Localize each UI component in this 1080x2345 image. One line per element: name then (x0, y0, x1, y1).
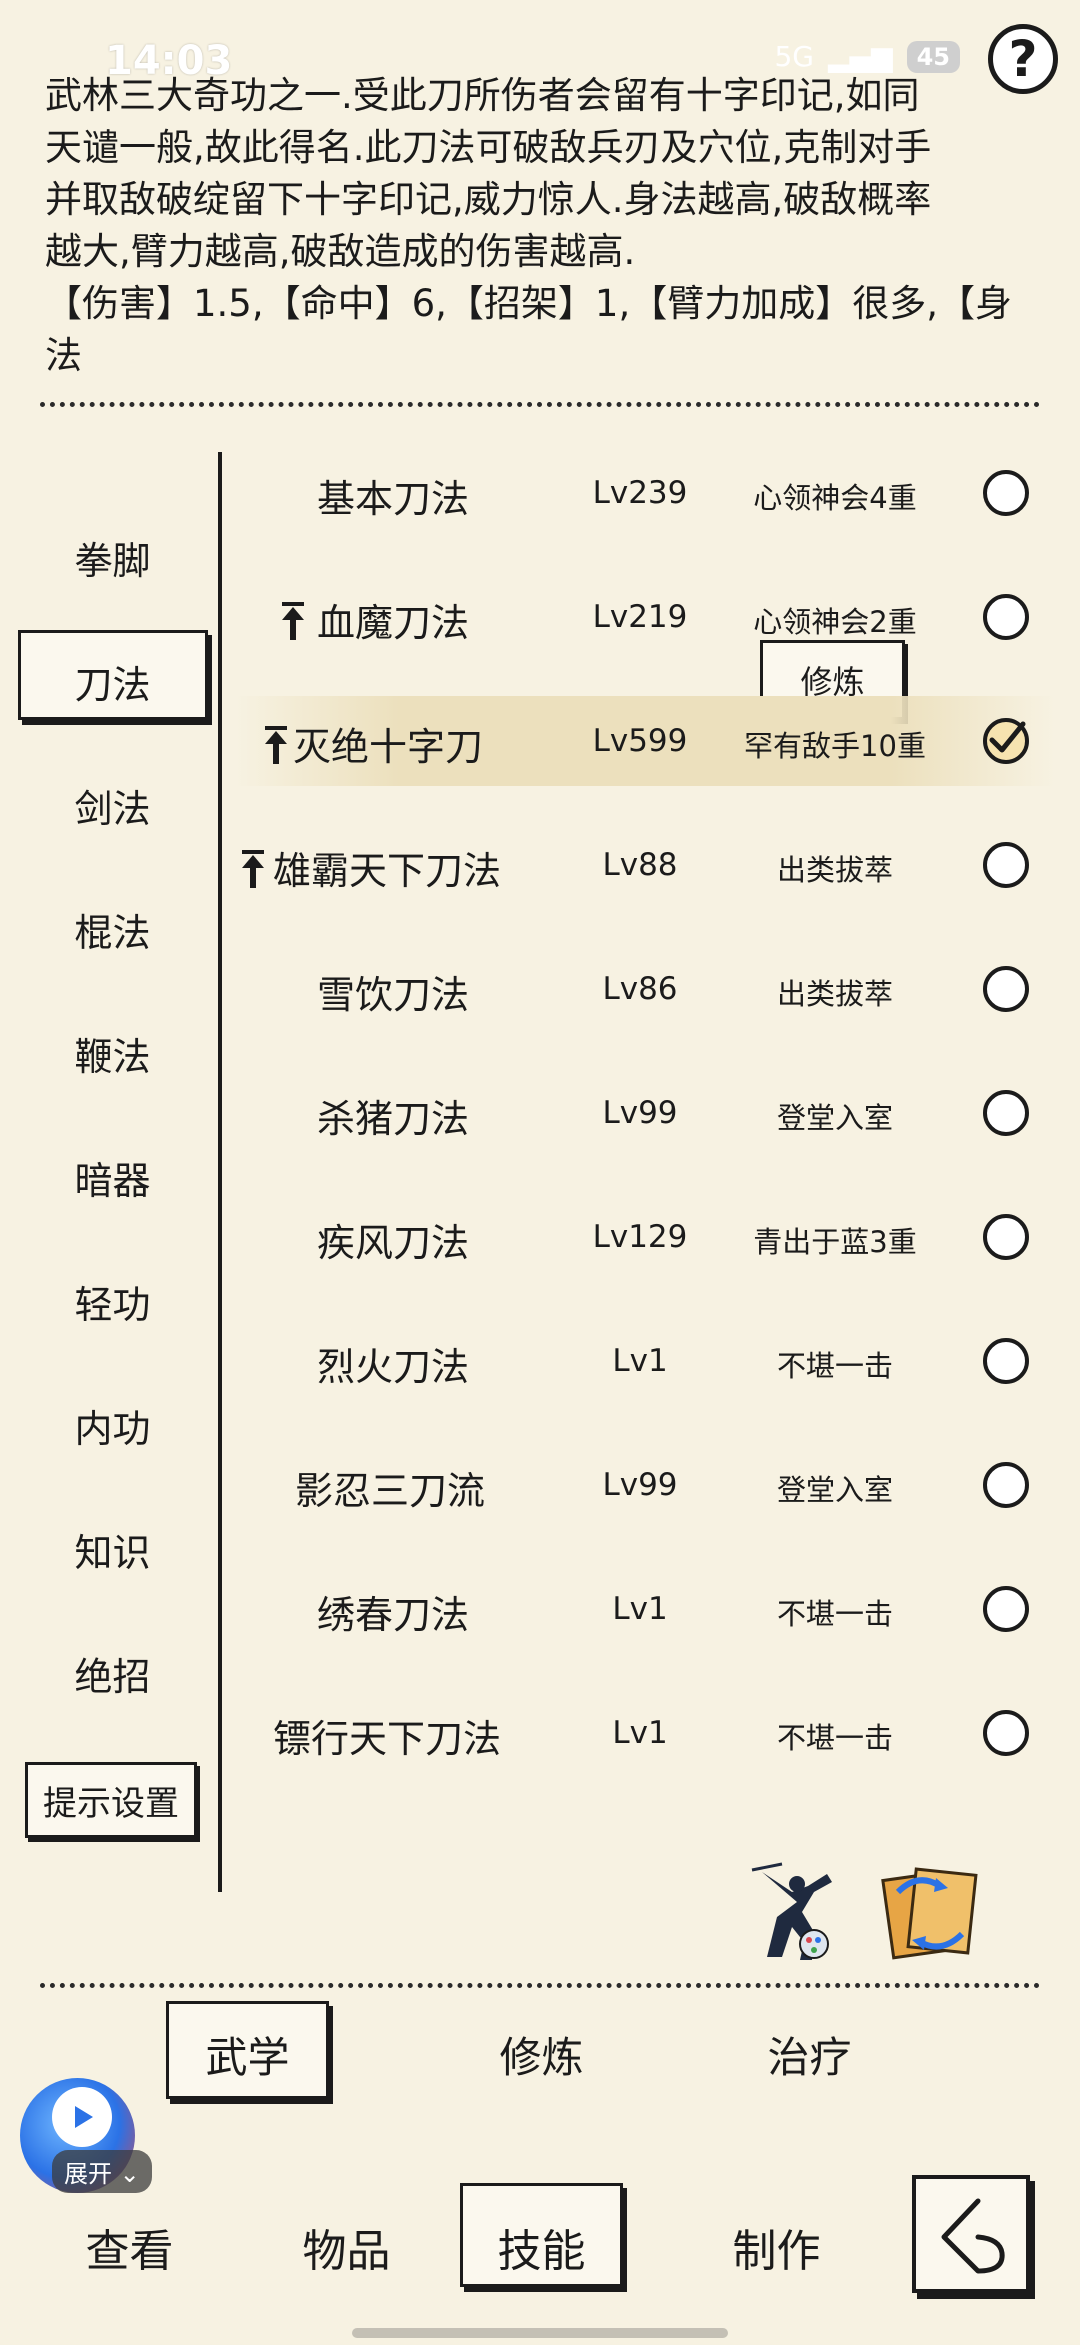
swap-manual-icon[interactable] (878, 1862, 982, 1966)
skill-name: 疾风刀法 (317, 1221, 470, 1265)
skill-rank: 不堪一击 (776, 1721, 893, 1755)
skill-row-selected[interactable]: 灭绝十字刀 Lv599 罕有敌手10重 (235, 696, 1055, 786)
skill-name: 镖行天下刀法 (273, 1717, 502, 1761)
equip-radio[interactable] (983, 1710, 1029, 1756)
skill-row[interactable]: 雪饮刀法 Lv86 出类拔萃 (235, 944, 1055, 1034)
skill-level: Lv129 (592, 1219, 688, 1255)
divider-top (40, 402, 1040, 407)
skill-level: Lv1 (612, 1715, 668, 1751)
skill-rank: 登堂入室 (776, 1473, 893, 1507)
skill-rank: 出类拔萃 (776, 853, 893, 887)
skill-name: 杀猪刀法 (317, 1097, 470, 1141)
skill-name: 雪饮刀法 (317, 973, 470, 1017)
upgrade-arrow-icon (282, 602, 304, 640)
skill-rank: 心领神会4重 (753, 481, 917, 515)
equip-radio[interactable] (983, 1214, 1029, 1260)
skill-rank: 登堂入室 (776, 1101, 893, 1135)
skill-rank: 心领神会2重 (753, 605, 917, 639)
equip-radio-checked[interactable] (983, 718, 1029, 764)
skill-level: Lv86 (602, 971, 678, 1007)
category-juezhao[interactable]: 绝招 (0, 1646, 225, 1701)
martial-artist-icon[interactable] (742, 1862, 842, 1966)
skill-level: Lv1 (612, 1343, 668, 1379)
skill-row[interactable]: 基本刀法 Lv239 心领神会4重 (235, 448, 1055, 538)
category-zhishi[interactable]: 知识 (0, 1522, 225, 1577)
back-button[interactable] (912, 2175, 1030, 2293)
skill-row[interactable]: 杀猪刀法 Lv99 登堂入室 (235, 1068, 1055, 1158)
equip-radio[interactable] (983, 1338, 1029, 1384)
checkmark-icon (989, 721, 1026, 753)
upgrade-arrow-icon (242, 850, 264, 888)
skill-row[interactable]: 镖行天下刀法 Lv1 不堪一击 (235, 1688, 1055, 1778)
skill-level: Lv88 (602, 847, 678, 883)
category-anqi[interactable]: 暗器 (0, 1150, 225, 1205)
skill-row[interactable]: 绣春刀法 Lv1 不堪一击 (235, 1564, 1055, 1654)
play-icon[interactable] (52, 2087, 112, 2147)
category-neigong[interactable]: 内功 (0, 1398, 225, 1453)
category-qinggong[interactable]: 轻功 (0, 1274, 225, 1329)
chevron-down-icon: ⌄ (112, 2160, 140, 2188)
skill-level: Lv1 (612, 1591, 668, 1627)
equip-radio[interactable] (983, 1462, 1029, 1508)
skill-name: 烈火刀法 (317, 1345, 470, 1389)
skill-name: 绣春刀法 (317, 1593, 470, 1637)
equip-radio[interactable] (983, 470, 1029, 516)
expand-label: 展开 (64, 2160, 112, 2188)
signal-icon: ▂▄▆ (827, 40, 893, 73)
skill-row[interactable]: 雄霸天下刀法 Lv88 出类拔萃 (235, 820, 1055, 910)
back-arrow-icon (941, 2198, 1005, 2274)
nav-skills[interactable]: 技能 (460, 2215, 623, 2279)
skill-name: 雄霸天下刀法 (273, 849, 502, 893)
equip-radio[interactable] (983, 966, 1029, 1012)
nav-view[interactable]: 查看 (48, 2215, 211, 2279)
divider-bottom (40, 1983, 1040, 1988)
category-quanjiao[interactable]: 拳脚 (0, 530, 225, 585)
skill-name: 影忍三刀流 (295, 1469, 486, 1513)
status-icons: 5G ▂▄▆ 45 (774, 40, 960, 73)
battery-icon: 45 (906, 40, 960, 73)
skill-rank: 出类拔萃 (776, 977, 893, 1011)
category-gunfa[interactable]: 棍法 (0, 902, 225, 957)
tab-wuxue[interactable]: 武学 (166, 2024, 329, 2085)
skill-row[interactable]: 血魔刀法 Lv219 心领神会2重 (235, 572, 1055, 662)
skill-description: 武林三大奇功之一.受此刀所伤者会留有十字印记,如同 天谴一般,故此得名.此刀法可… (45, 74, 1012, 377)
category-bianfa[interactable]: 鞭法 (0, 1026, 225, 1081)
tab-xiulian[interactable]: 修炼 (460, 2024, 623, 2085)
sidebar-divider (218, 452, 222, 1892)
equip-radio[interactable] (983, 842, 1029, 888)
network-label: 5G (774, 40, 814, 73)
skill-row[interactable]: 影忍三刀流 Lv99 登堂入室 (235, 1440, 1055, 1530)
skill-row[interactable]: 烈火刀法 Lv1 不堪一击 (235, 1316, 1055, 1406)
equip-radio[interactable] (983, 1586, 1029, 1632)
category-daofa[interactable]: 刀法 (0, 654, 225, 709)
nav-craft[interactable]: 制作 (695, 2215, 858, 2279)
skill-level: Lv99 (602, 1095, 678, 1131)
skill-rank: 不堪一击 (776, 1349, 893, 1383)
expand-button[interactable]: 展开 ⌄ (52, 2150, 152, 2193)
equip-radio[interactable] (983, 1090, 1029, 1136)
upgrade-arrow-icon (265, 726, 287, 764)
skill-name: 血魔刀法 (317, 601, 470, 645)
category-jianfa[interactable]: 剑法 (0, 778, 225, 833)
skill-row[interactable]: 疾风刀法 Lv129 青出于蓝3重 (235, 1192, 1055, 1282)
equip-radio[interactable] (983, 594, 1029, 640)
skill-level: Lv599 (592, 723, 688, 759)
skill-name: 基本刀法 (317, 477, 470, 521)
skill-level: Lv99 (602, 1467, 678, 1503)
tips-settings-button[interactable]: 提示设置 (25, 1762, 197, 1838)
skill-level: Lv219 (592, 599, 688, 635)
nav-items[interactable]: 物品 (265, 2215, 428, 2279)
skill-rank: 青出于蓝3重 (753, 1225, 917, 1259)
home-indicator (352, 2328, 728, 2338)
skill-rank: 罕有敌手10重 (744, 729, 926, 763)
skill-level: Lv239 (592, 475, 688, 511)
skill-rank: 不堪一击 (776, 1597, 893, 1631)
tab-zhiliao[interactable]: 治疗 (728, 2024, 891, 2085)
skill-name: 灭绝十字刀 (293, 725, 484, 769)
